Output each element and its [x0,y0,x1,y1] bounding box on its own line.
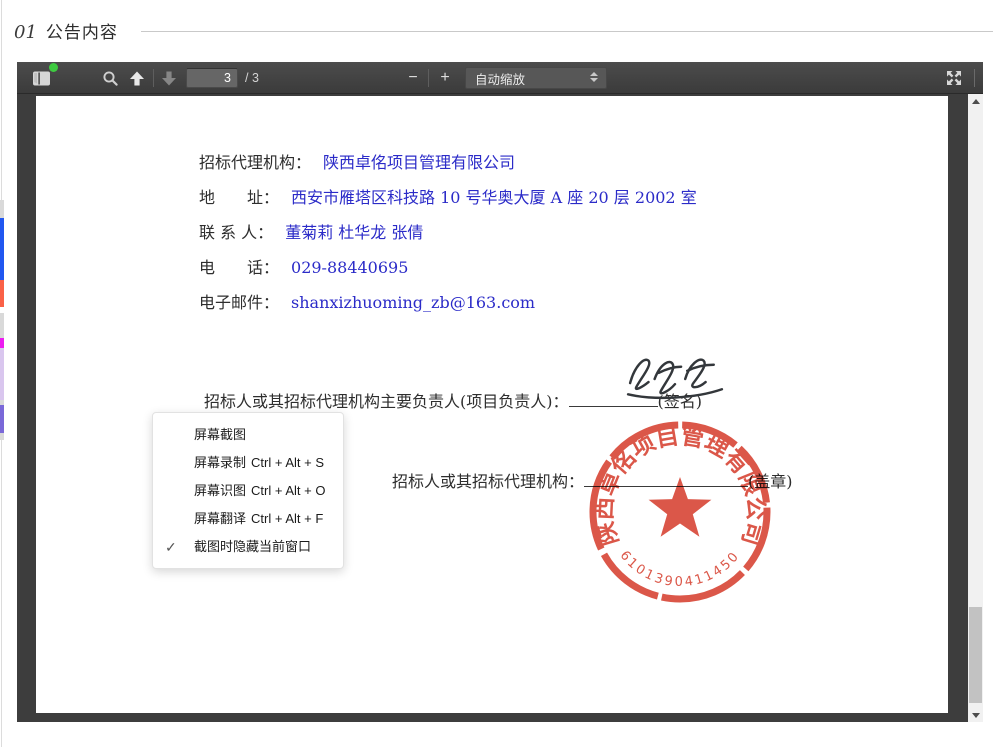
field-address: 地 址： 西安市雁塔区科技路 10 号华奥大厦 A 座 20 层 2002 室 [199,184,697,208]
agency-seal-line: 招标人或其招标代理机构： (盖章) [392,468,793,492]
section-number: 01 [14,22,37,43]
seal-underline [584,472,748,487]
menu-item-shortcut: Ctrl + Alt + O [251,483,325,498]
field-value: 陕西卓佲项目管理有限公司 [323,153,515,172]
pdf-viewer: / 3 − + 自动缩放 [17,62,983,722]
section-header: 01 公告内容 [14,18,118,43]
company-seal: 陕西卓佲项目管理有限公司 6101390411450 [580,412,780,612]
menu-item-label: 屏幕录制 [194,455,246,470]
minus-icon: − [408,69,417,87]
svg-text:6101390411450: 6101390411450 [617,548,744,590]
field-value: 029-88440695 [291,258,408,277]
left-strip-white [0,307,4,313]
menu-item-screen-record[interactable]: 屏幕录制 Ctrl + Alt + S [153,449,343,477]
seal-suffix: (盖章) [748,472,793,491]
menu-item-screen-capture[interactable]: 屏幕截图 [153,421,343,449]
field-label: 电子邮件： [199,293,279,312]
field-email: 电子邮件： shanxizhuoming_zb@163.com [199,289,535,313]
menu-item-label: 屏幕识图 [194,483,246,498]
menu-item-hide-window-toggle[interactable]: ✓ 截图时隐藏当前窗口 [153,533,343,561]
menu-item-label: 屏幕截图 [194,427,246,442]
signature-suffix: (签名) [658,392,703,411]
viewer-content: 招标代理机构： 陕西卓佲项目管理有限公司 地 址： 西安市雁塔区科技路 10 号华奥… [17,94,968,722]
screenshot-context-menu: 屏幕截图 屏幕录制 Ctrl + Alt + S 屏幕识图 Ctrl + Alt +… [152,412,344,569]
zoom-level-select[interactable]: 自动缩放 [465,67,607,89]
field-agency: 招标代理机构： 陕西卓佲项目管理有限公司 [199,149,515,173]
field-contacts: 联 系 人： 董菊莉 杜华龙 张倩 [199,219,423,243]
scroll-down-arrow[interactable] [968,708,983,722]
select-spinner-icon [590,72,598,82]
left-strip-purple [0,405,4,433]
field-label: 电 话： [199,258,279,277]
field-value: 董菊莉 杜华龙 张倩 [285,223,423,242]
toolbar-separator [974,69,975,87]
page-title: 公告内容 [46,18,118,43]
menu-item-screen-ocr[interactable]: 屏幕识图 Ctrl + Alt + O [153,477,343,505]
left-strip-lavender [0,348,4,400]
responsible-signature-line: 招标人或其招标代理机构主要负责人(项目负责人)： (签名) [204,388,702,412]
page-count-label: / 3 [245,71,259,85]
field-label: 联 系 人： [199,223,273,242]
search-icon [102,70,119,87]
field-value: 西安市雁塔区科技路 10 号华奥大厦 A 座 20 层 2002 室 [291,188,697,207]
scrollbar-thumb[interactable] [969,607,982,703]
plus-icon: + [440,69,449,87]
zoom-out-button[interactable]: − [400,66,426,90]
menu-item-label: 屏幕翻译 [194,511,246,526]
menu-item-shortcut: Ctrl + Alt + S [251,455,324,470]
menu-item-label: 截图时隐藏当前窗口 [194,539,311,554]
zoom-level-value: 自动缩放 [475,69,525,88]
sidebar-toggle-button[interactable] [29,66,55,90]
left-strip-blue [0,218,4,280]
previous-page-button[interactable] [124,66,150,90]
check-icon: ✓ [165,533,177,561]
pdf-toolbar: / 3 − + 自动缩放 [17,62,983,94]
search-button[interactable] [97,66,123,90]
notification-dot [49,63,58,72]
menu-item-shortcut: Ctrl + Alt + F [251,511,323,526]
menu-item-screen-translate[interactable]: 屏幕翻译 Ctrl + Alt + F [153,505,343,533]
arrow-up-icon [129,71,145,86]
fullscreen-icon [946,70,962,86]
header-divider [141,31,993,32]
signature-underline [569,392,658,407]
left-strip-magenta [0,338,4,348]
field-label: 招标代理机构： [199,153,311,172]
viewer-scrollbar[interactable] [968,94,983,722]
signature-line-label: 招标人或其招标代理机构主要负责人(项目负责人)： [204,392,569,411]
toolbar-separator [153,69,154,87]
page-number-input[interactable] [186,68,238,88]
scroll-up-arrow[interactable] [968,94,983,108]
seal-line-label: 招标人或其招标代理机构： [392,472,584,491]
presentation-mode-button[interactable] [941,66,967,90]
arrow-down-icon [161,71,177,86]
field-phone: 电 话： 029-88440695 [199,254,408,278]
document-page: 招标代理机构： 陕西卓佲项目管理有限公司 地 址： 西安市雁塔区科技路 10 号华奥… [36,96,948,713]
page: 01 公告内容 [0,0,1001,747]
toolbar-separator [428,69,429,87]
seal-ring [593,425,767,599]
sidebar-icon [32,70,52,87]
field-label: 地 址： [199,188,279,207]
seal-number-text: 6101390411450 [617,548,744,590]
field-value: shanxizhuoming_zb@163.com [291,293,535,312]
left-strip-orange [0,280,4,307]
zoom-in-button[interactable]: + [432,66,458,90]
next-page-button[interactable] [156,66,182,90]
